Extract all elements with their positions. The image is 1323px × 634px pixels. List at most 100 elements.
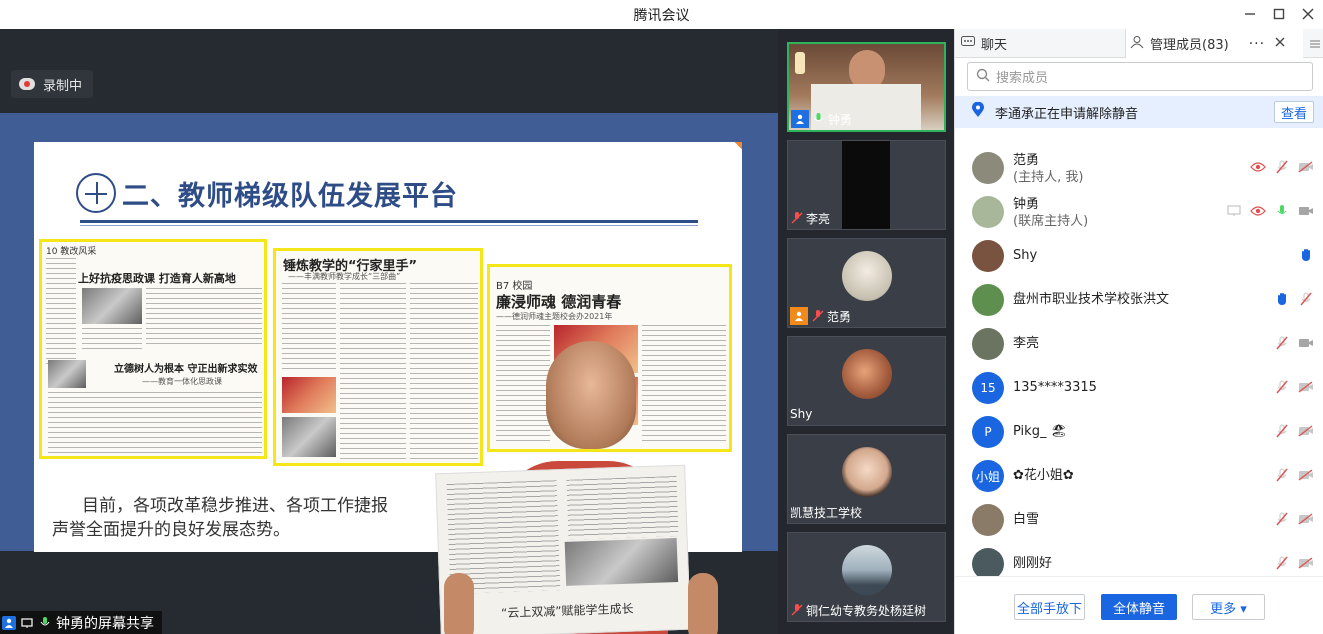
paper-subheadline: ——丰满教师教学成长“三部曲” [288,272,401,281]
mic-on-icon [38,616,52,630]
chat-icon [961,35,975,52]
member-status-icons [1274,555,1314,571]
video-tile[interactable]: Shy [787,336,946,426]
member-name-block: ✿花小姐✿ [1013,467,1074,484]
mic-off-icon[interactable] [1274,423,1290,439]
member-status-icons [1274,511,1314,527]
member-row[interactable]: 白雪 [955,498,1323,542]
camera-off-icon[interactable] [1298,511,1314,527]
raise-hand-icon[interactable] [1298,247,1314,263]
member-row[interactable]: 盘州市职业技术学校张洪文 [955,278,1323,322]
lower-all-hands-button[interactable]: 全部手放下 [1014,594,1085,620]
member-avatar [972,284,1004,316]
member-avatar: P [972,416,1004,448]
camera-off-icon[interactable] [1298,379,1314,395]
video-tile-name: 铜仁幼专教务处杨廷树 [806,603,927,618]
member-row[interactable]: Shy [955,234,1323,278]
minimize-icon[interactable] [1240,5,1260,23]
search-input[interactable]: 搜索成员 [967,62,1313,91]
member-row[interactable]: 小姐 ✿花小姐✿ [955,454,1323,498]
member-avatar [972,152,1004,184]
mic-off-icon[interactable] [1274,467,1290,483]
video-tile-name: 钟勇 [828,112,853,127]
member-list[interactable]: 范勇 (主持人, 我) 钟勇 (联席主持人) Shy 盘州市职业技术学校张洪文 李亮 15 13… [955,146,1323,576]
paper-headline: 上好抗疫思政课 打造育人新高地 [78,272,236,285]
close-icon[interactable] [1298,5,1318,23]
tab-members-label: 管理成员(83) [1150,38,1229,53]
video-tile[interactable]: 钟勇 [787,42,946,132]
mic-off-icon[interactable] [1274,511,1290,527]
mic-on-icon[interactable] [1274,203,1290,219]
maximize-icon[interactable] [1269,5,1289,23]
member-status-icons [1274,335,1314,351]
members-panel: 聊天 管理成员(83) ··· 搜索成员 李通承正在申请解除静音 查看 范勇 (主… [954,29,1323,634]
panel-footer: 全部手放下 全体静音 更多 ▾ [955,576,1323,634]
member-avatar [972,548,1004,576]
paper-header: B7 校园 [496,281,533,292]
screen-share-icon[interactable] [1226,203,1242,219]
member-name-block: 李亮 [1013,335,1039,352]
eye-icon[interactable] [1250,159,1266,175]
slide-title-underline-thin [80,225,698,226]
paper-subheadline: ——德润师魂主题校会办2021年 [496,312,613,321]
slide-corner-decoration [669,142,742,155]
paper-photo [564,538,679,586]
member-name: 盘州市职业技术学校张洪文 [1013,292,1170,307]
more-button[interactable]: 更多 ▾ [1192,594,1265,620]
mic-off-icon[interactable] [1298,291,1314,307]
recording-label: 录制中 [43,78,83,94]
camera-off-icon[interactable] [1298,467,1314,483]
slide-heading: 二、教师梯级队伍发展平台 [76,173,458,213]
tab-chat[interactable]: 聊天 [955,29,1125,58]
camera-off-icon[interactable] [1298,555,1314,571]
mic-on-icon [812,113,825,126]
video-tile-label: 凯慧技工学校 [790,503,866,521]
mic-off-icon [790,212,803,225]
video-tile[interactable]: 凯慧技工学校 [787,434,946,524]
tab-members[interactable]: 管理成员(83) ··· [1125,29,1303,58]
view-request-button[interactable]: 查看 [1274,101,1314,123]
mic-off-icon[interactable] [1274,379,1290,395]
paper-photo [282,377,336,413]
screen-share-view[interactable]: 录制中 二、教师梯级队伍发展平台 10 教改风采 上好抗疫思政课 打造育人新高地… [0,29,778,634]
member-row[interactable]: 15 135****3315 [955,366,1323,410]
video-tile[interactable]: 李亮 [787,140,946,230]
eye-icon[interactable] [1250,203,1266,219]
member-status-icons [1250,159,1314,175]
video-tile[interactable]: 范勇 [787,238,946,328]
mic-off-icon[interactable] [1274,555,1290,571]
video-tile[interactable]: 铜仁幼专教务处杨廷树 [787,532,946,622]
notice-text: 李通承正在申请解除静音 [995,106,1139,122]
mic-off-icon [811,310,824,323]
member-role: (联席主持人) [1013,214,1089,229]
member-row[interactable]: 范勇 (主持人, 我) [955,146,1323,190]
video-tile-label: 范勇 [790,307,855,325]
mic-off-icon[interactable] [1274,335,1290,351]
paper-photo [48,360,86,388]
member-status-icons [1274,291,1314,307]
camera-off-icon[interactable] [1298,159,1314,175]
participant-avatar [842,545,892,595]
video-strip[interactable]: 钟勇 李亮 范勇 Shy 凯慧技工学校 铜仁幼专教务处杨廷树 [778,29,954,634]
unmute-request-notice: 李通承正在申请解除静音 查看 [955,96,1323,128]
paper-headline: 廉浸师魂 德润青春 [496,293,622,311]
camera-icon[interactable] [1298,203,1314,219]
recording-indicator[interactable]: 录制中 [11,70,94,98]
mute-all-button[interactable]: 全体静音 [1101,594,1177,620]
camera-icon[interactable] [1298,335,1314,351]
presenter-paper-caption: “云上双减”赋能学生成长 [500,601,634,621]
camera-off-icon[interactable] [1298,423,1314,439]
mic-off-icon[interactable] [1274,159,1290,175]
member-avatar [972,196,1004,228]
more-icon[interactable]: ··· [1249,36,1265,52]
participant-avatar [842,349,892,399]
member-row[interactable]: P Pikg_ 🏖 [955,410,1323,454]
member-name-block: 135****3315 [1013,379,1097,396]
raise-hand-icon[interactable] [1274,291,1290,307]
member-row[interactable]: 李亮 [955,322,1323,366]
member-row[interactable]: 刚刚好 [955,542,1323,576]
member-name: 白雪 [1013,512,1040,527]
menu-icon[interactable] [1305,29,1323,58]
close-icon[interactable] [1275,36,1285,51]
member-row[interactable]: 钟勇 (联席主持人) [955,190,1323,234]
